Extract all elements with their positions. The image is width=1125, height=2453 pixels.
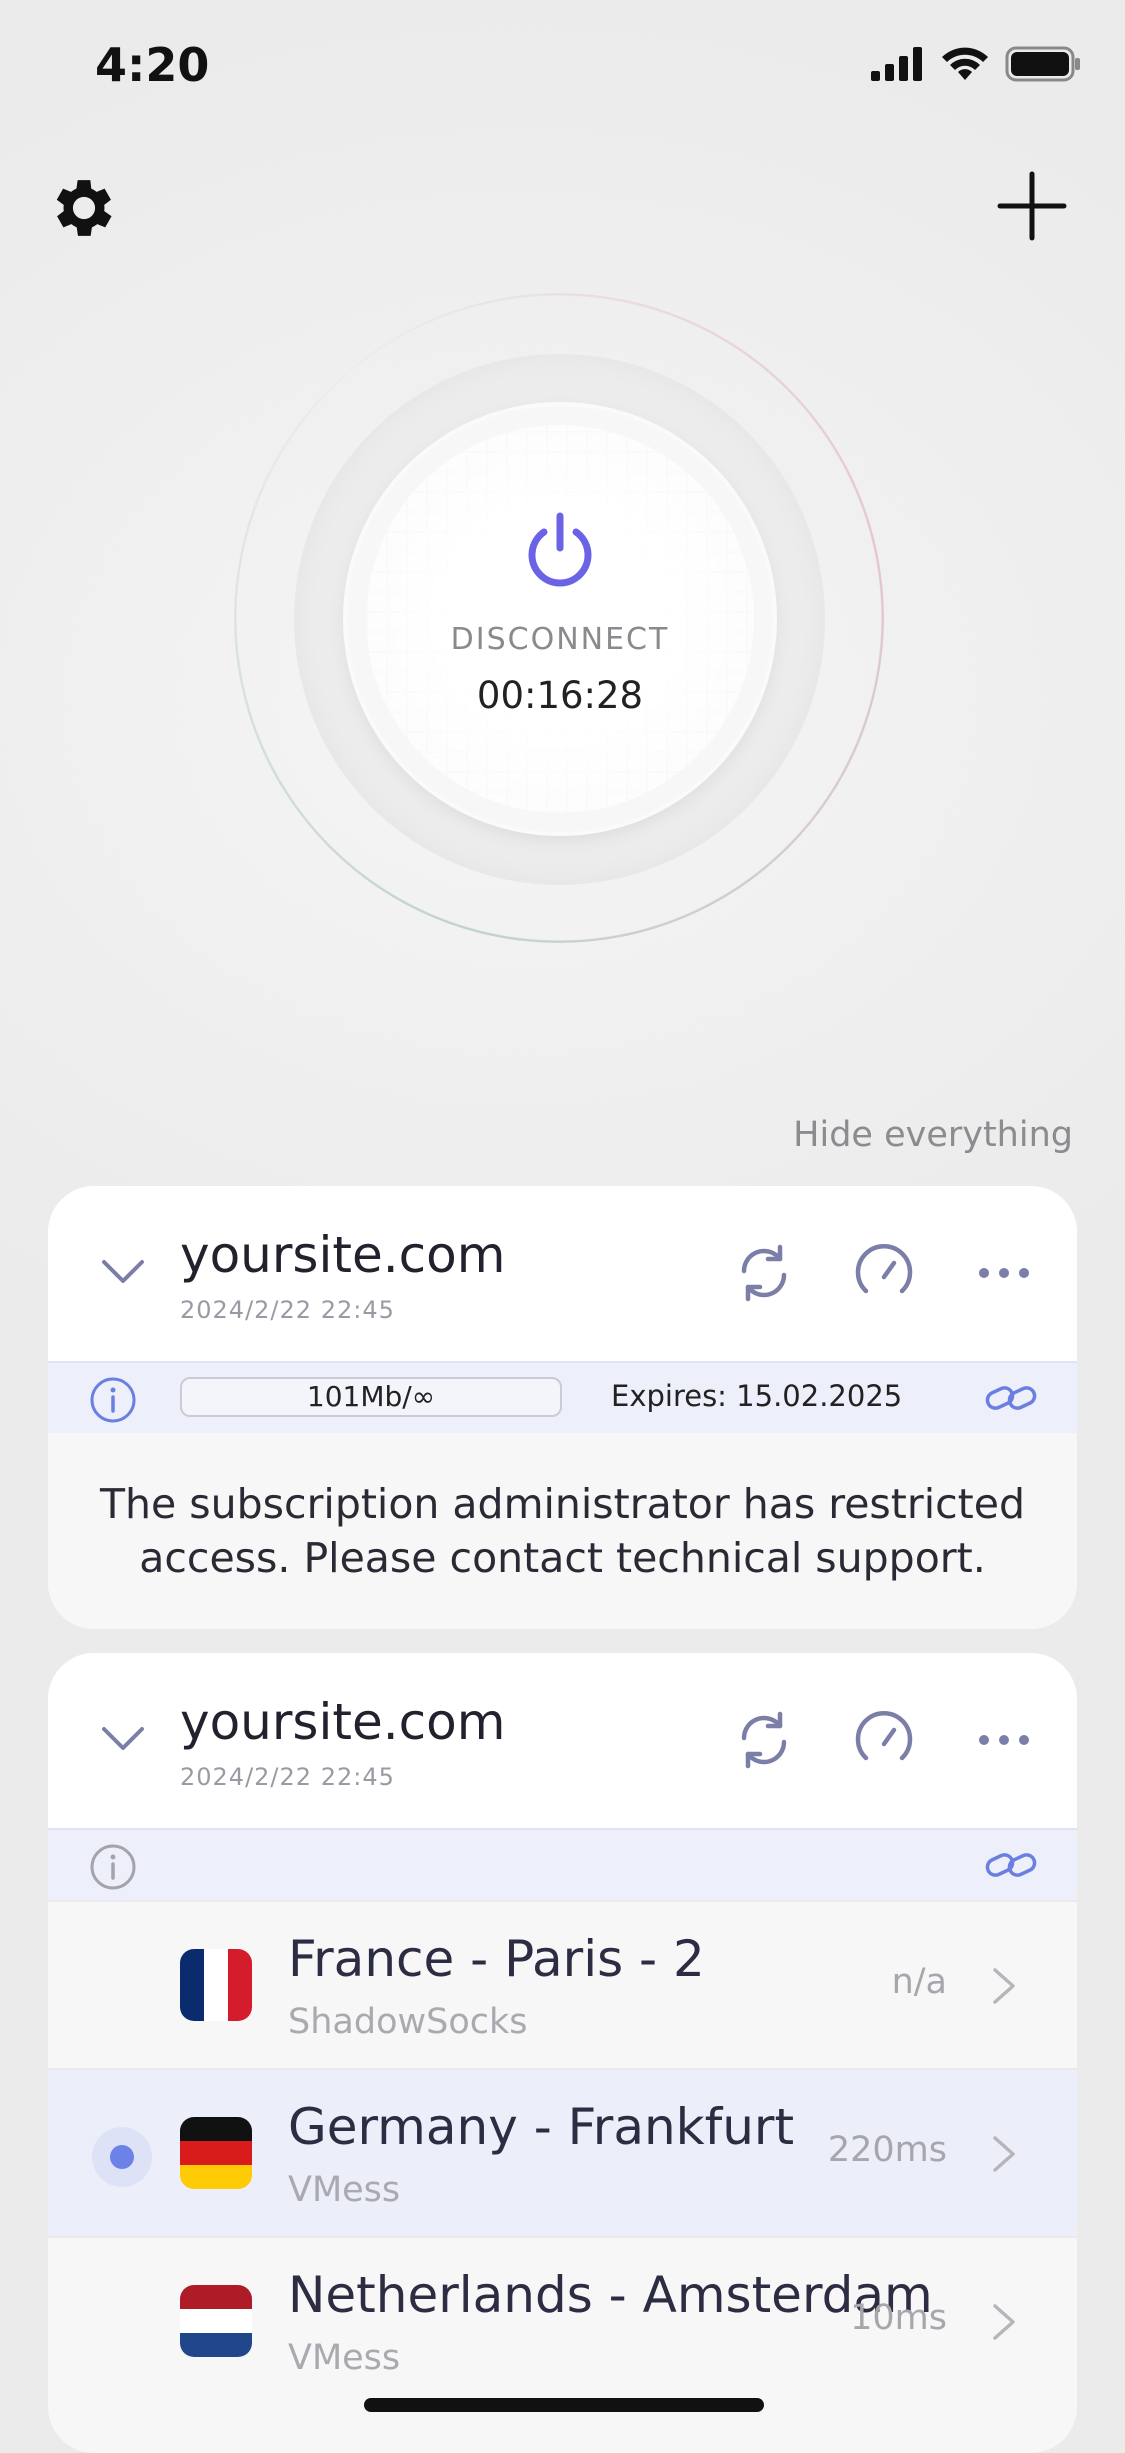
subscription-header[interactable]: yoursite.com 2024/2/22 22:45: [48, 1186, 1077, 1361]
chevron-right-icon[interactable]: [991, 1966, 1017, 2006]
subscription-info-bar: 101Mb/∞ Expires: 15.02.2025: [48, 1361, 1077, 1435]
server-protocol: VMess: [288, 2338, 401, 2378]
info-icon[interactable]: [88, 1375, 138, 1425]
expiry-date: Expires: 15.02.2025: [611, 1379, 903, 1413]
battery-icon: [1005, 46, 1080, 82]
subscription-card: yoursite.com 2024/2/22 22:45 France - Pa…: [48, 1653, 1077, 2453]
link-icon[interactable]: [985, 1378, 1037, 1418]
server-row[interactable]: France - Paris - 2 ShadowSocks n/a: [48, 1900, 1077, 2068]
server-name: Netherlands - Amsterdam: [288, 2266, 933, 2324]
subscription-title: yoursite.com: [180, 1693, 506, 1751]
signal-icon: [871, 47, 922, 81]
connect-button-face[interactable]: [366, 425, 754, 813]
refresh-icon[interactable]: [732, 1708, 796, 1772]
chevron-right-icon[interactable]: [991, 2302, 1017, 2342]
subscription-title: yoursite.com: [180, 1226, 506, 1284]
hide-everything-link[interactable]: Hide everything: [793, 1115, 1073, 1155]
speedometer-icon[interactable]: [852, 1241, 916, 1305]
server-ping: 220ms: [827, 2130, 947, 2170]
server-name: Germany - Frankfurt: [288, 2098, 795, 2156]
connection-state-label: DISCONNECT: [450, 622, 670, 657]
status-icons: [871, 46, 1081, 82]
more-icon[interactable]: [972, 1708, 1036, 1772]
server-protocol: ShadowSocks: [288, 2002, 528, 2042]
plus-icon[interactable]: [996, 170, 1068, 242]
link-icon[interactable]: [985, 1845, 1037, 1885]
status-time: 4:20: [95, 38, 210, 92]
refresh-icon[interactable]: [732, 1241, 796, 1305]
selected-radio[interactable]: [92, 2127, 152, 2187]
home-indicator[interactable]: [364, 2398, 764, 2412]
info-icon[interactable]: [88, 1842, 138, 1892]
germany-flag-icon: [180, 2117, 252, 2189]
netherlands-flag-icon: [180, 2285, 252, 2357]
chevron-right-icon[interactable]: [991, 2134, 1017, 2174]
server-ping: n/a: [891, 1962, 947, 2002]
subscription-date: 2024/2/22 22:45: [180, 1296, 395, 1324]
subscription-card: yoursite.com 2024/2/22 22:45 101Mb/∞ Exp…: [48, 1186, 1077, 1629]
france-flag-icon: [180, 1949, 252, 2021]
gear-icon[interactable]: [46, 170, 122, 246]
server-ping: 10ms: [850, 2298, 947, 2338]
wifi-icon: [942, 47, 988, 80]
server-protocol: VMess: [288, 2170, 401, 2210]
server-row[interactable]: Netherlands - Amsterdam VMess 10ms: [48, 2236, 1077, 2404]
speedometer-icon[interactable]: [852, 1708, 916, 1772]
server-row-selected[interactable]: Germany - Frankfurt VMess 220ms: [48, 2068, 1077, 2236]
connection-timer: 00:16:28: [476, 674, 644, 717]
subscription-header[interactable]: yoursite.com 2024/2/22 22:45: [48, 1653, 1077, 1828]
subscription-info-bar: [48, 1828, 1077, 1902]
power-icon[interactable]: [520, 510, 600, 590]
more-icon[interactable]: [972, 1241, 1036, 1305]
subscription-date: 2024/2/22 22:45: [180, 1763, 395, 1791]
chevron-down-icon[interactable]: [98, 1721, 148, 1755]
subscription-notice: The subscription administrator has restr…: [48, 1433, 1077, 1629]
chevron-down-icon[interactable]: [98, 1254, 148, 1288]
server-name: France - Paris - 2: [288, 1930, 705, 1988]
traffic-usage: 101Mb/∞: [180, 1377, 562, 1417]
